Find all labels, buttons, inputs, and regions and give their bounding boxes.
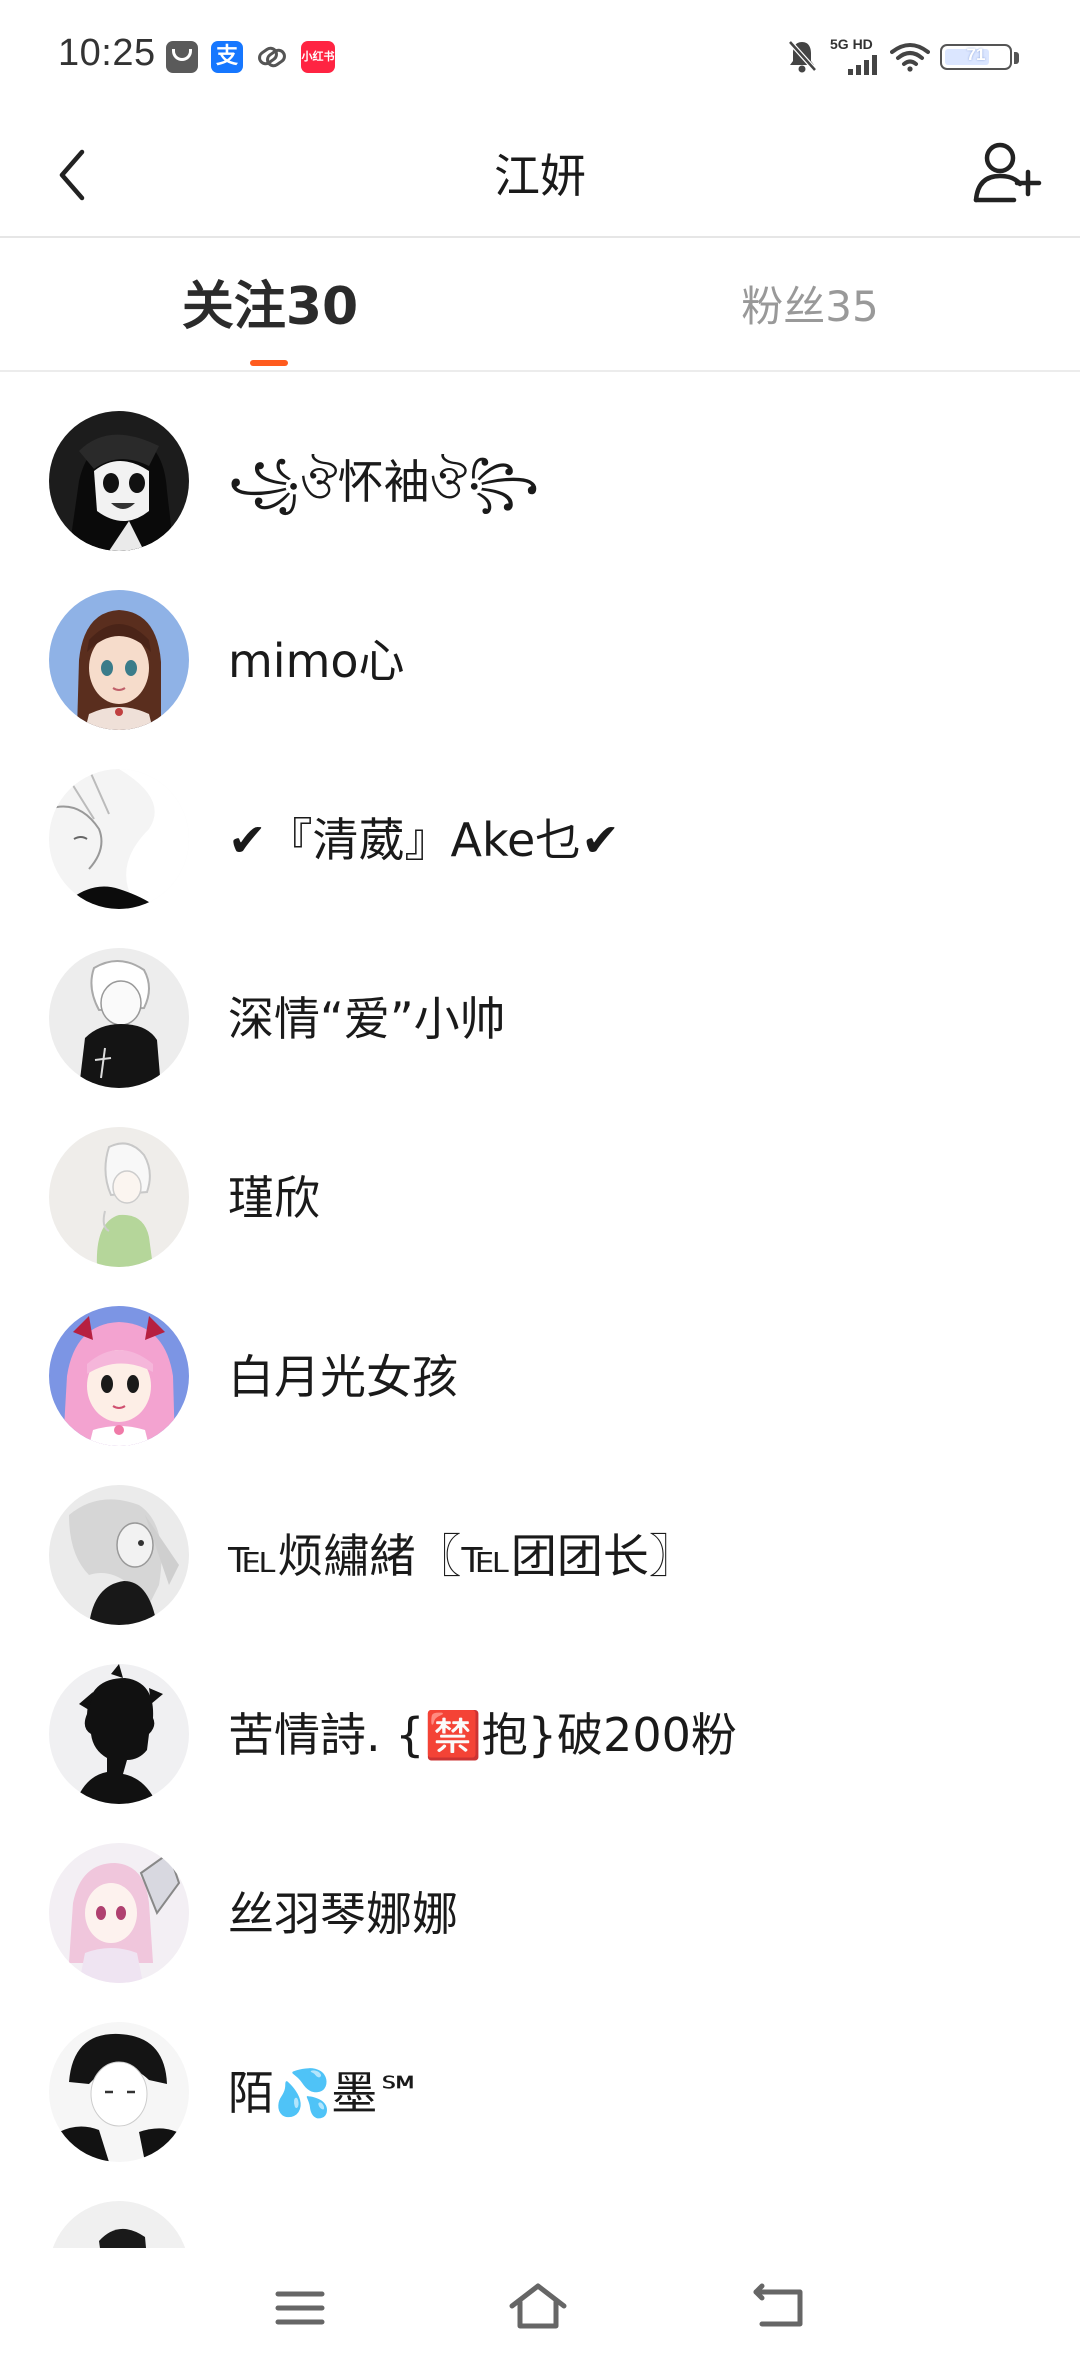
- wifi-icon: [890, 43, 930, 72]
- avatar[interactable]: [49, 590, 189, 730]
- active-tab-indicator: [250, 360, 288, 366]
- header: 江妍: [0, 118, 1080, 238]
- list-item[interactable]: 陌💦墨℠: [0, 1983, 1080, 2162]
- xiaohongshu-icon: 小红书: [301, 41, 335, 73]
- menu-icon: [275, 2291, 325, 2325]
- list-item[interactable]: mimo心: [0, 551, 1080, 730]
- add-user-button[interactable]: [970, 136, 1046, 212]
- link-icon: [256, 41, 288, 73]
- chevron-left-icon: [59, 149, 85, 201]
- avatar[interactable]: [49, 948, 189, 1088]
- menu-button[interactable]: [270, 2280, 330, 2336]
- mail-icon: [166, 41, 198, 73]
- list-item[interactable]: 白月光女孩: [0, 1267, 1080, 1446]
- list-item[interactable]: ✔『清葳』Ake乜✔: [0, 730, 1080, 909]
- avatar[interactable]: [49, 2201, 189, 2248]
- user-name: 苦情詩. {🈲抱}破200粉: [228, 1708, 737, 1762]
- bell-off-icon: [788, 40, 817, 73]
- alipay-icon: 支: [211, 41, 243, 73]
- list-item[interactable]: 苦情詩. {🈲抱}破200粉: [0, 1625, 1080, 1804]
- system-back-button[interactable]: [750, 2280, 810, 2336]
- battery-icon: 71: [940, 44, 1012, 70]
- list-item[interactable]: [0, 2162, 1080, 2248]
- status-bar: 10:25 支 小红书 5G HD 71: [0, 0, 1080, 118]
- status-time: 10:25: [58, 32, 156, 74]
- page-title: 江妍: [494, 149, 586, 203]
- network-label: 5G HD: [830, 36, 873, 52]
- avatar[interactable]: [49, 769, 189, 909]
- list-item[interactable]: ℡烦繡緒〖℡团团长〗: [0, 1446, 1080, 1625]
- system-nav-bar: [0, 2248, 1080, 2376]
- back-icon: [753, 2283, 803, 2327]
- list-item[interactable]: 瑾欣: [0, 1088, 1080, 1267]
- tab-bar: 关注30 粉丝35: [0, 238, 1080, 372]
- tab-followers[interactable]: 粉丝35: [690, 272, 930, 342]
- user-name: mimo心: [228, 634, 405, 688]
- avatar[interactable]: [49, 1664, 189, 1804]
- user-name: 深情“爱”小帅: [228, 992, 506, 1046]
- following-list[interactable]: ꧁ঔ怀袖ঔ꧂ mimo心 ✔『清葳』Ake乜✔ 深情“爱”小帅 瑾欣 白月光女孩…: [0, 372, 1080, 2248]
- avatar[interactable]: [49, 2022, 189, 2162]
- signal-icon: [848, 55, 877, 75]
- battery-tip: [1014, 52, 1019, 64]
- battery-level: 71: [966, 45, 986, 64]
- home-button[interactable]: [508, 2280, 568, 2336]
- list-item[interactable]: ꧁ঔ怀袖ঔ꧂: [0, 372, 1080, 551]
- avatar[interactable]: [49, 1485, 189, 1625]
- home-icon: [509, 2283, 567, 2329]
- user-name: 白月光女孩: [228, 1350, 458, 1404]
- user-name: 瑾欣: [228, 1171, 320, 1225]
- avatar[interactable]: [49, 411, 189, 551]
- user-name: ꧁ঔ怀袖ঔ꧂: [228, 455, 540, 509]
- avatar[interactable]: [49, 1127, 189, 1267]
- avatar[interactable]: [49, 1843, 189, 1983]
- list-item[interactable]: 丝羽琴娜娜: [0, 1804, 1080, 1983]
- user-name: 陌💦墨℠: [228, 2066, 425, 2120]
- avatar[interactable]: [49, 1306, 189, 1446]
- add-user-icon: [973, 142, 1042, 203]
- user-name: ℡烦繡緒〖℡团团长〗: [228, 1529, 695, 1583]
- user-name: 丝羽琴娜娜: [228, 1887, 458, 1941]
- tab-following[interactable]: 关注30: [150, 272, 390, 342]
- list-item[interactable]: 深情“爱”小帅: [0, 909, 1080, 1088]
- user-name: ✔『清葳』Ake乜✔: [228, 813, 620, 867]
- back-button[interactable]: [48, 140, 118, 210]
